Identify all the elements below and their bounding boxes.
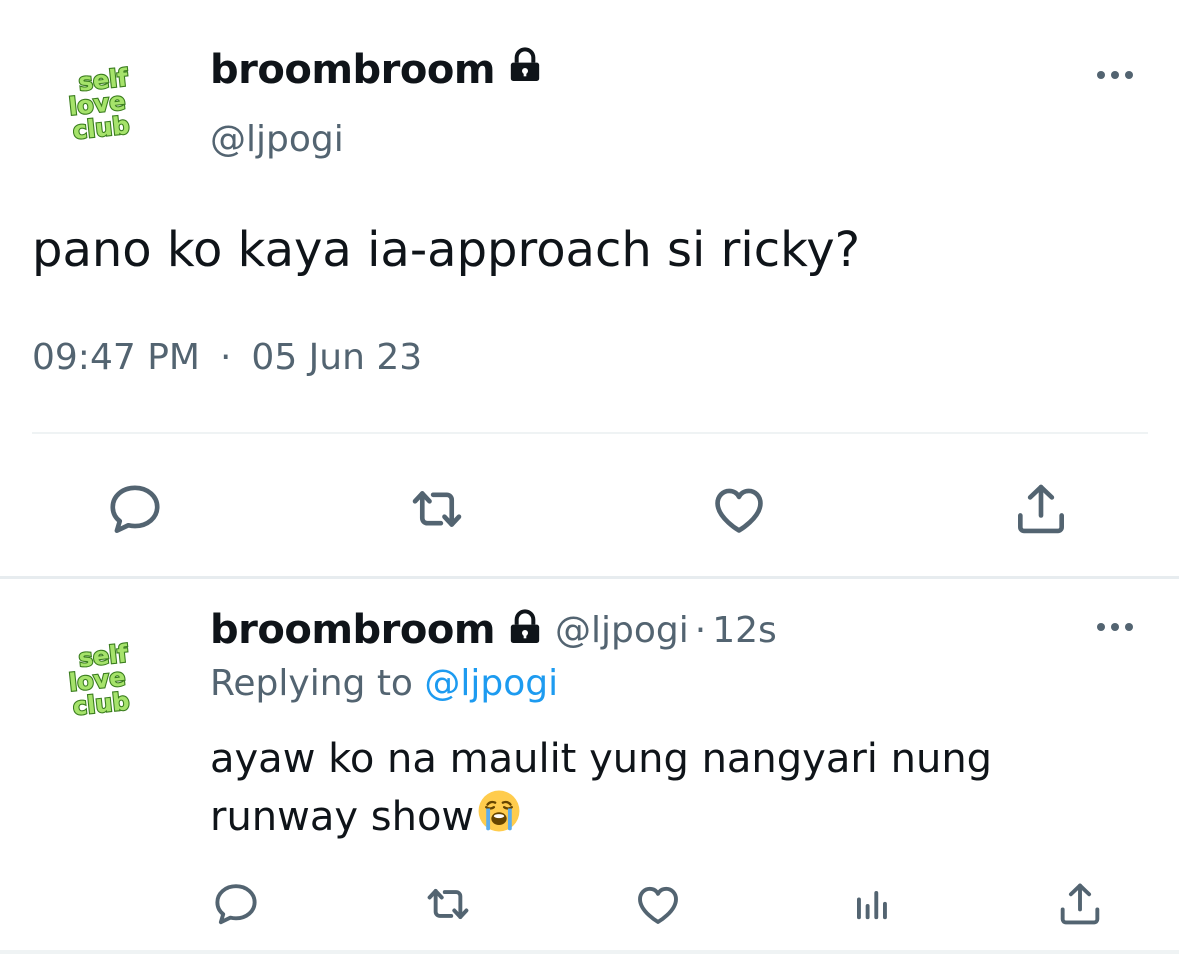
tweet-time[interactable]: 12s xyxy=(712,610,777,651)
avatar-word: club xyxy=(71,111,130,145)
main-tweet: self love club broombroom @ljpogi pano k… xyxy=(0,0,1179,578)
retweet-button[interactable] xyxy=(406,478,468,540)
tweet-text: pano ko kaya ia-approach si ricky? xyxy=(32,222,861,278)
reply-icon xyxy=(110,485,160,534)
tweet-time: 09:47 PM xyxy=(32,337,200,378)
divider xyxy=(32,432,1148,434)
display-name-text[interactable]: broombroom xyxy=(210,47,496,93)
display-name[interactable]: broombroom xyxy=(210,607,496,653)
avatar[interactable]: self love club xyxy=(52,634,148,730)
tweet-text: ayaw ko na maulit yung nangyari nung run… xyxy=(210,730,1150,850)
avatar[interactable]: self love club xyxy=(52,58,148,154)
tweet-timestamp[interactable]: 09:47 PM · 05 Jun 23 xyxy=(32,334,422,382)
meta-separator: · xyxy=(694,609,707,651)
reply-icon xyxy=(215,884,257,925)
like-icon xyxy=(715,488,763,533)
retweet-icon xyxy=(412,491,462,527)
more-options-icon[interactable] xyxy=(1090,612,1140,642)
like-button[interactable] xyxy=(708,478,770,540)
share-icon xyxy=(1060,883,1100,925)
divider xyxy=(0,950,1179,954)
user-handle[interactable]: @ljpogi xyxy=(555,610,689,651)
avatar-word: club xyxy=(71,687,130,721)
thread-divider xyxy=(0,576,1179,579)
more-options-icon[interactable] xyxy=(1090,60,1140,90)
tweet-date: 05 Jun 23 xyxy=(251,337,423,378)
share-icon xyxy=(1018,484,1064,534)
share-button[interactable] xyxy=(1054,878,1106,930)
mention-link[interactable]: @ljpogi xyxy=(424,663,558,704)
retweet-button[interactable] xyxy=(422,878,474,930)
analytics-icon xyxy=(857,891,887,920)
replying-to: Replying to @ljpogi xyxy=(210,660,558,708)
reply-button[interactable] xyxy=(104,478,166,540)
user-handle[interactable]: @ljpogi xyxy=(210,116,344,164)
lock-icon xyxy=(505,608,545,652)
reply-button[interactable] xyxy=(210,878,262,930)
loudly-crying-face-icon xyxy=(476,788,522,850)
like-button[interactable] xyxy=(632,878,684,930)
lock-icon xyxy=(505,46,545,99)
like-icon xyxy=(638,886,678,924)
share-button[interactable] xyxy=(1010,478,1072,540)
tweet-text-content: ayaw ko na maulit yung nangyari nung run… xyxy=(210,736,993,840)
retweet-icon xyxy=(427,889,469,919)
replying-prefix: Replying to xyxy=(210,663,413,704)
analytics-button[interactable] xyxy=(844,878,896,930)
reply-header: broombroom @ljpogi · 12s xyxy=(210,604,777,656)
display-name[interactable]: broombroom xyxy=(210,44,545,99)
meta-separator: · xyxy=(219,337,232,378)
